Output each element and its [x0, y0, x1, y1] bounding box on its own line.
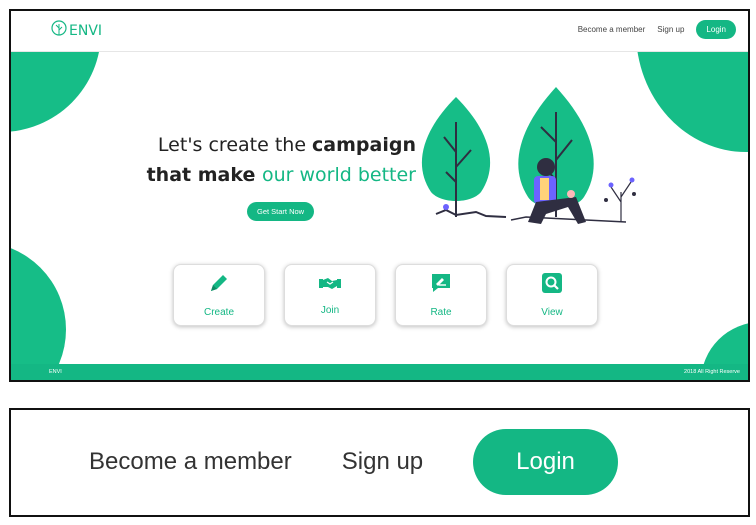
- get-start-button[interactable]: Get Start Now: [247, 202, 315, 221]
- hero-illustration: [421, 87, 636, 224]
- headline-line2-bold: that make: [146, 164, 262, 186]
- top-navbar: ENVI Become a member Sign up Login: [11, 11, 748, 52]
- action-cards: Create Join Rate View: [173, 264, 598, 326]
- create-card[interactable]: Create: [173, 264, 265, 326]
- headline-line2: that make our world better: [146, 160, 416, 190]
- join-card[interactable]: Join: [284, 264, 376, 326]
- blob-top-left: [11, 52, 101, 132]
- rate-icon: [430, 272, 452, 299]
- logo[interactable]: ENVI: [51, 20, 102, 42]
- pencil-icon: [208, 272, 230, 299]
- login-button[interactable]: Login: [696, 20, 736, 39]
- blob-bottom-right: [701, 322, 748, 366]
- become-member-link[interactable]: Become a member: [578, 25, 646, 34]
- zoomed-nav-panel: Become a member Sign up Login: [9, 408, 750, 517]
- blob-bottom-left: [11, 242, 66, 366]
- rate-card-label: Rate: [430, 307, 452, 318]
- leaf-logo-icon: [51, 20, 67, 42]
- handshake-icon: [318, 274, 342, 297]
- view-card[interactable]: View: [506, 264, 598, 326]
- zoom-login-button[interactable]: Login: [473, 429, 618, 495]
- view-card-label: View: [541, 307, 563, 318]
- headline-line2-accent: our world better: [261, 164, 416, 186]
- footer-copyright: 2018 All Right Reserve: [684, 369, 740, 375]
- page-footer: ENVI 2018 All Right Reserve: [11, 364, 748, 380]
- hero-headline: Let's create the campaign that make our …: [146, 130, 416, 190]
- search-icon: [541, 272, 563, 299]
- rate-card[interactable]: Rate: [395, 264, 487, 326]
- hero-section: Let's create the campaign that make our …: [11, 52, 748, 366]
- headline-line1-text: Let's create the: [157, 134, 313, 156]
- create-card-label: Create: [203, 307, 234, 318]
- headline-line1-bold: campaign: [312, 134, 416, 156]
- zoom-sign-up-link[interactable]: Sign up: [342, 448, 423, 476]
- nav-links: Become a member Sign up Login: [578, 20, 736, 39]
- zoomed-nav-links: Become a member Sign up Login: [89, 429, 618, 495]
- brand-name: ENVI: [69, 23, 103, 39]
- footer-brand: ENVI: [49, 369, 62, 375]
- zoom-become-member-link[interactable]: Become a member: [89, 448, 292, 476]
- join-card-label: Join: [320, 305, 340, 316]
- headline-line1: Let's create the campaign: [146, 130, 416, 160]
- sign-up-link[interactable]: Sign up: [657, 25, 684, 34]
- page-screenshot: ENVI Become a member Sign up Login Let's…: [9, 9, 750, 382]
